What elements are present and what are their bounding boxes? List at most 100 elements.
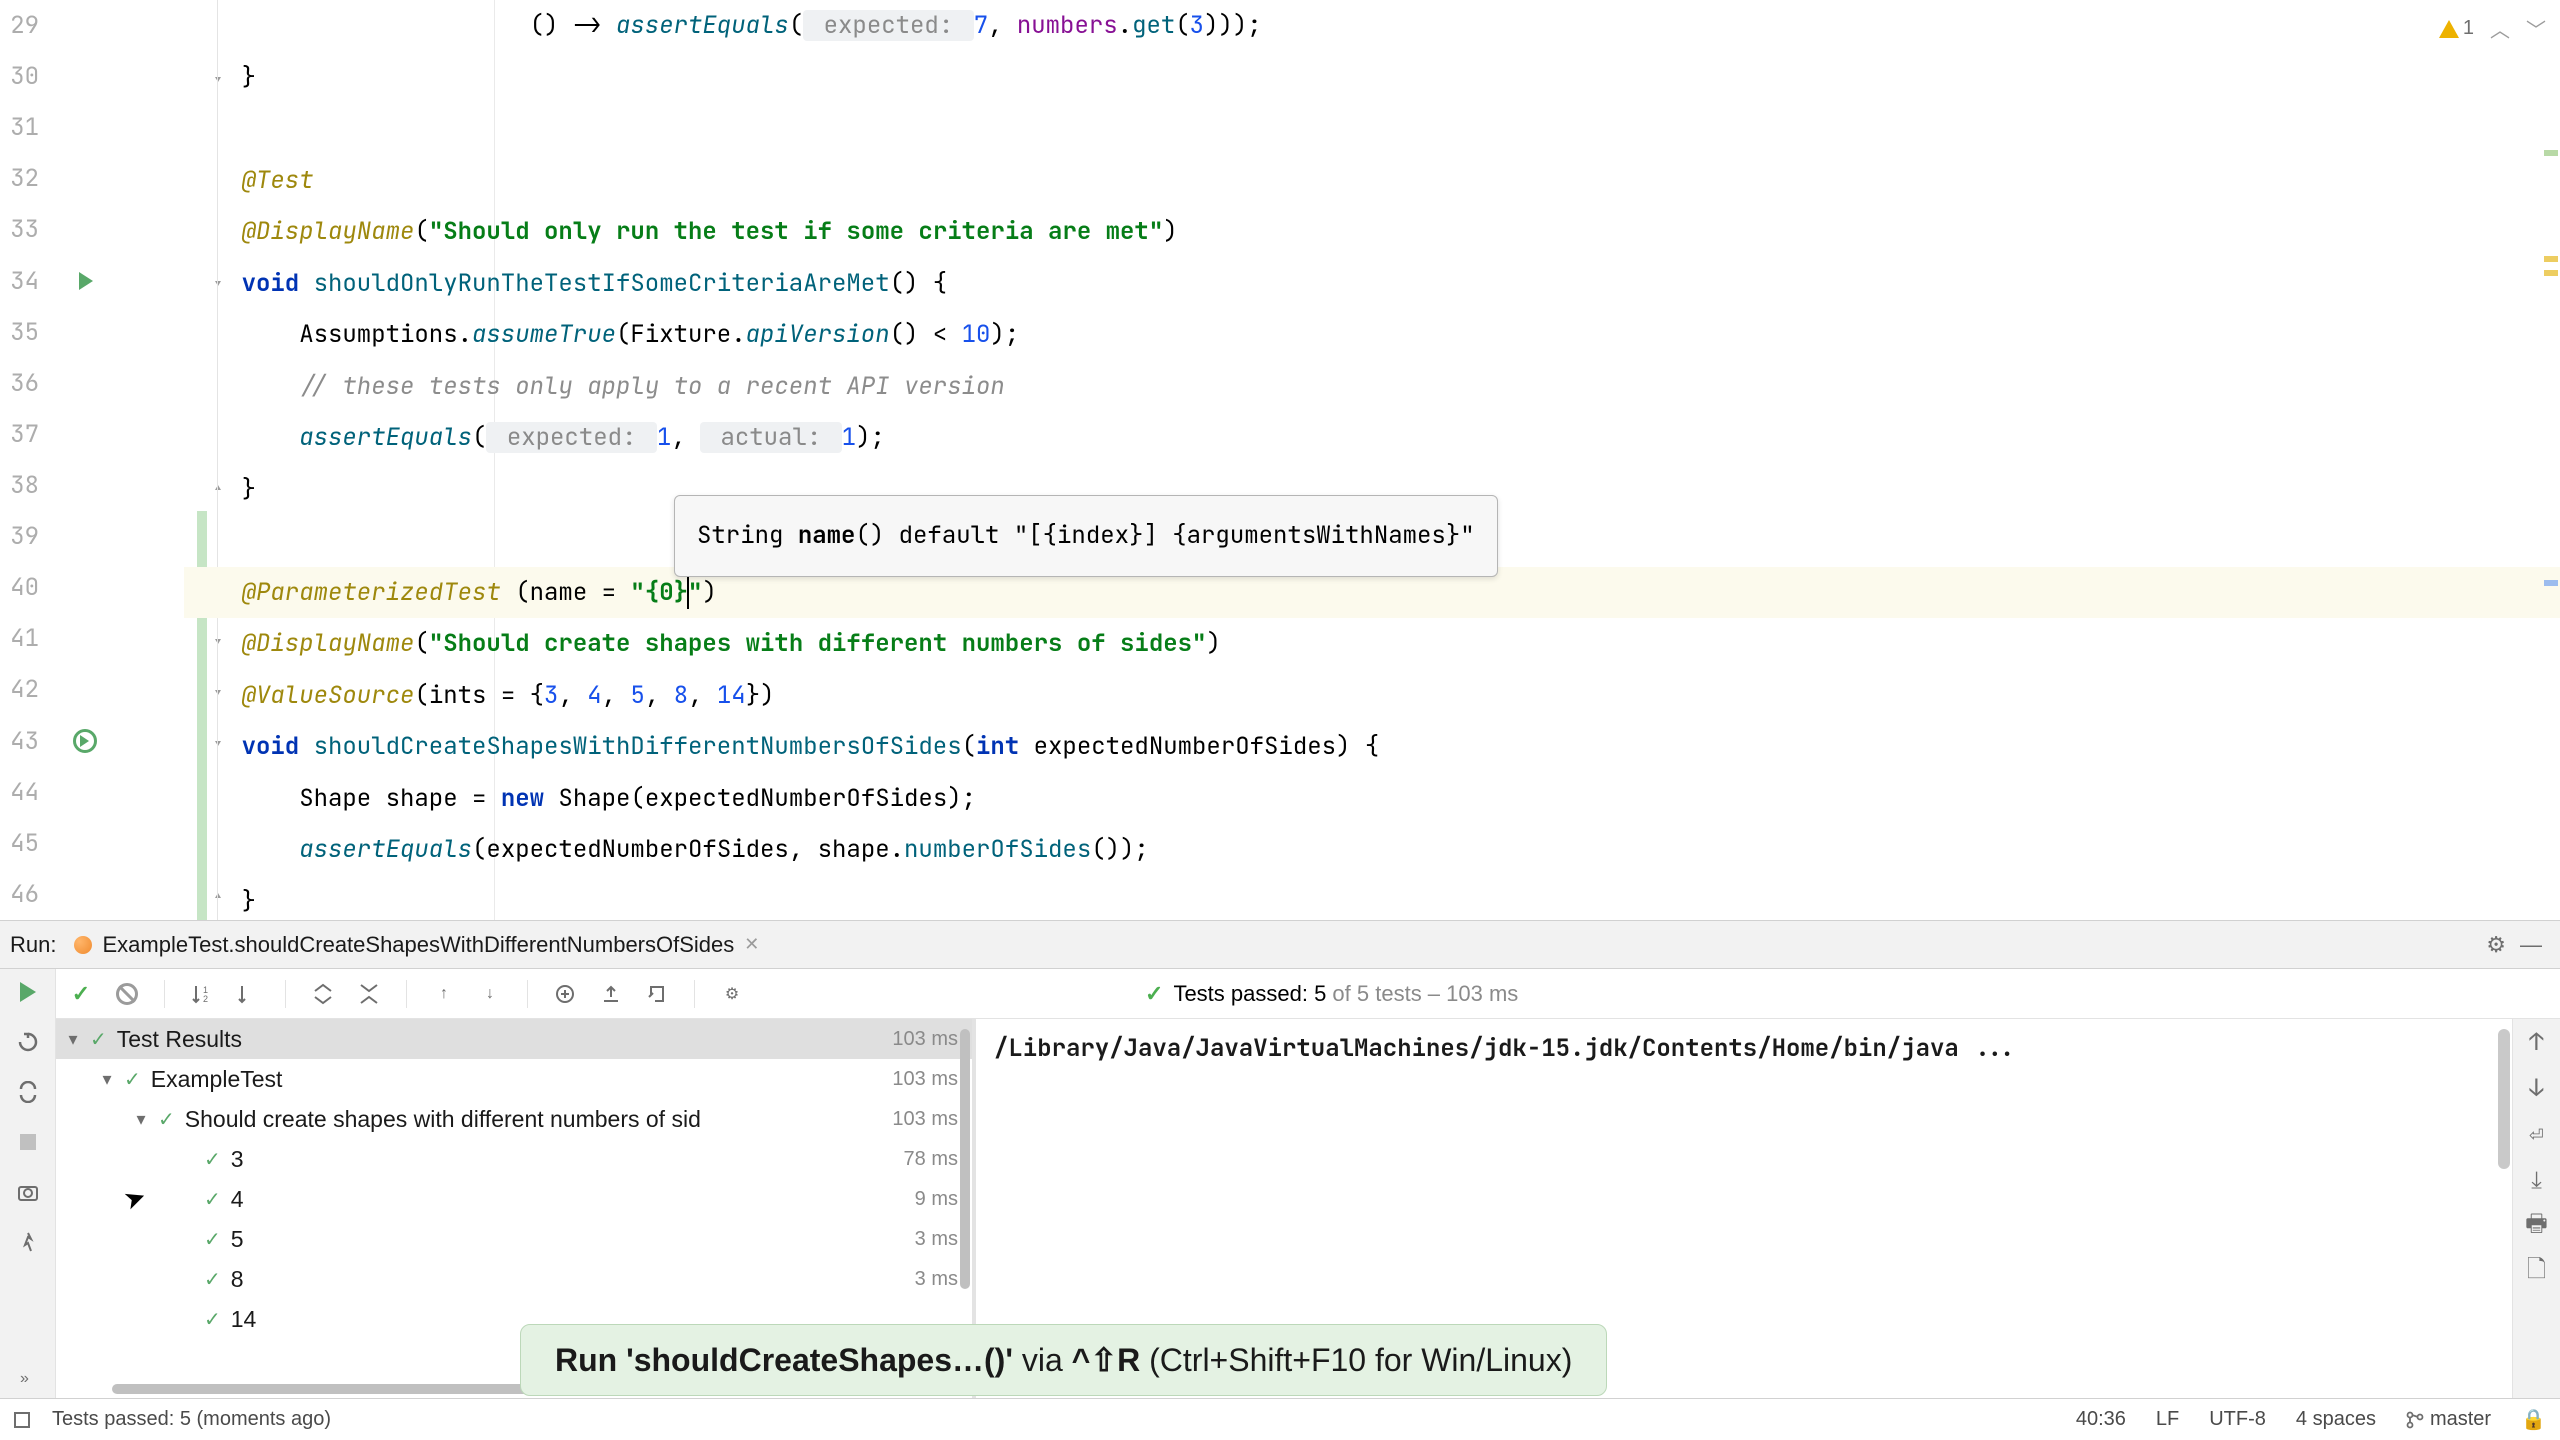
prev-failed-icon[interactable]: ↑	[431, 981, 457, 1007]
code-line: assertEquals( expected: 1, actual: 1);	[184, 412, 2560, 464]
pass-icon: ✓	[204, 1187, 221, 1212]
line-number[interactable]: 29	[0, 10, 55, 41]
tool-windows-icon[interactable]	[14, 1412, 30, 1428]
tree-result[interactable]: ✓83 ms	[56, 1259, 972, 1299]
line-number[interactable]: 35	[0, 317, 55, 348]
run-tool-window-header: Run: ExampleTest.shouldCreateShapesWithD…	[0, 920, 2560, 968]
line-number[interactable]: 46	[0, 879, 55, 910]
parameter-info-tooltip: String name() default "[{index}] {argume…	[674, 495, 1498, 577]
status-message: Tests passed: 5 (moments ago)	[52, 1408, 331, 1431]
code-line: // these tests only apply to a recent AP…	[184, 361, 2560, 413]
tree-result[interactable]: ✓53 ms	[56, 1219, 972, 1259]
file-encoding[interactable]: UTF-8	[2209, 1408, 2266, 1431]
run-test-icon[interactable]	[79, 272, 93, 290]
line-number[interactable]: 32	[0, 163, 55, 194]
code-line: void shouldOnlyRunTheTestIfSomeCriteriaA…	[184, 258, 2560, 310]
code-editor[interactable]: () -> assertEquals( expected: 7, numbers…	[170, 0, 2560, 920]
pass-icon: ✓	[204, 1227, 221, 1252]
down-icon[interactable]: ↓	[2524, 1075, 2550, 1101]
code-line: @DisplayName("Should only run the test i…	[184, 206, 2560, 258]
stripe-marker[interactable]	[2544, 580, 2558, 586]
minimize-icon[interactable]: —	[2520, 932, 2542, 958]
history-icon[interactable]	[644, 981, 670, 1007]
console-toolbar: ↑ ↓ ⏎ ⤓ 🖶 🗋	[2512, 1019, 2560, 1398]
show-passed-icon[interactable]: ✓	[68, 981, 94, 1007]
chevron-up-icon[interactable]: ︿	[2490, 14, 2510, 43]
indent-setting[interactable]: 4 spaces	[2296, 1408, 2376, 1431]
expand-icon[interactable]: »	[20, 1370, 29, 1388]
code-line: assertEquals(expectedNumberOfSides, shap…	[184, 824, 2560, 876]
line-number[interactable]: 37	[0, 419, 55, 450]
close-tab-icon[interactable]: ✕	[744, 934, 759, 955]
run-button[interactable]	[15, 979, 41, 1005]
show-ignored-icon[interactable]	[114, 981, 140, 1007]
line-number[interactable]: 38	[0, 470, 55, 501]
line-number[interactable]: 43	[0, 726, 55, 757]
tree-result[interactable]: ✓49 ms	[56, 1179, 972, 1219]
code-line: @ValueSource(ints = {3, 4, 5, 8, 14})	[184, 670, 2560, 722]
line-number[interactable]: 31	[0, 112, 55, 143]
editor-status-icons: 1 ︿ ﹀	[2439, 14, 2546, 43]
line-number[interactable]: 34	[0, 266, 55, 297]
line-number[interactable]: 40	[0, 572, 55, 603]
stripe-marker[interactable]	[2544, 256, 2558, 262]
pass-icon: ✓	[158, 1107, 175, 1132]
line-separator[interactable]: LF	[2156, 1408, 2179, 1431]
run-configuration-tab[interactable]: ExampleTest.shouldCreateShapesWithDiffer…	[74, 932, 759, 958]
expand-all-icon[interactable]	[310, 981, 336, 1007]
tree-test[interactable]: ▾✓Should create shapes with different nu…	[56, 1099, 972, 1139]
chevron-down-icon[interactable]: ▾	[100, 1069, 114, 1090]
code-line: }	[184, 876, 2560, 921]
line-number[interactable]: 30	[0, 61, 55, 92]
git-branch[interactable]: master	[2406, 1408, 2491, 1431]
error-stripe[interactable]	[2540, 0, 2560, 920]
editor-area: 29 30 31 32 33 34 35 36 37 38 39 40 41 4…	[0, 0, 2560, 920]
line-number[interactable]: 44	[0, 777, 55, 808]
clear-icon[interactable]: 🗋	[2524, 1259, 2550, 1285]
print-icon[interactable]: 🖶	[2524, 1213, 2550, 1239]
lock-icon[interactable]: 🔒	[2521, 1407, 2546, 1432]
settings-icon[interactable]: ⚙	[719, 981, 745, 1007]
line-number[interactable]: 39	[0, 521, 55, 552]
line-number[interactable]: 33	[0, 214, 55, 245]
stripe-marker[interactable]	[2544, 150, 2558, 156]
warning-badge[interactable]: 1	[2439, 17, 2474, 40]
profiler-icon[interactable]	[15, 1229, 41, 1255]
next-failed-icon[interactable]: ↓	[477, 981, 503, 1007]
import-icon[interactable]	[552, 981, 578, 1007]
scroll-to-end-icon[interactable]: ⤓	[2524, 1167, 2550, 1193]
tip-banner: Run 'shouldCreateShapes…()' via ^⇧R (Ctr…	[520, 1324, 1607, 1396]
chevron-down-icon[interactable]: ▾	[66, 1029, 80, 1050]
cursor-position[interactable]: 40:36	[2076, 1408, 2126, 1431]
tree-class[interactable]: ▾✓ExampleTest103 ms	[56, 1059, 972, 1099]
stripe-marker[interactable]	[2544, 270, 2558, 276]
line-number[interactable]: 36	[0, 368, 55, 399]
svg-text:2: 2	[203, 994, 208, 1004]
line-number[interactable]: 42	[0, 674, 55, 705]
stop-button[interactable]	[15, 1129, 41, 1155]
console-scrollbar[interactable]	[2498, 1029, 2510, 1169]
tree-result[interactable]: ✓378 ms	[56, 1139, 972, 1179]
soft-wrap-icon[interactable]: ⏎	[2524, 1121, 2550, 1147]
pass-icon: ✓	[204, 1307, 221, 1332]
line-number[interactable]: 41	[0, 623, 55, 654]
chevron-down-icon[interactable]: ▾	[134, 1109, 148, 1130]
export-icon[interactable]	[598, 981, 624, 1007]
line-number[interactable]: 45	[0, 828, 55, 859]
gear-icon[interactable]: ⚙	[2486, 932, 2506, 958]
sort-duration-icon[interactable]	[235, 981, 261, 1007]
tree-root[interactable]: ▾✓Test Results103 ms	[56, 1019, 972, 1059]
rerun-test-icon[interactable]	[73, 729, 97, 753]
sort-alpha-icon[interactable]: 12	[189, 981, 215, 1007]
code-line: Shape shape = new Shape(expectedNumberOf…	[184, 773, 2560, 825]
camera-icon[interactable]	[15, 1179, 41, 1205]
toggle-auto-test-icon[interactable]	[15, 1079, 41, 1105]
editor-gutter: 29 30 31 32 33 34 35 36 37 38 39 40 41 4…	[0, 0, 170, 920]
up-icon[interactable]: ↑	[2524, 1029, 2550, 1055]
status-bar: Tests passed: 5 (moments ago) 40:36 LF U…	[0, 1398, 2560, 1440]
code-line: void shouldCreateShapesWithDifferentNumb…	[184, 721, 2560, 773]
pass-icon: ✓	[1145, 981, 1163, 1007]
rerun-icon[interactable]	[15, 1029, 41, 1055]
collapse-all-icon[interactable]	[356, 981, 382, 1007]
pass-icon: ✓	[124, 1067, 141, 1092]
